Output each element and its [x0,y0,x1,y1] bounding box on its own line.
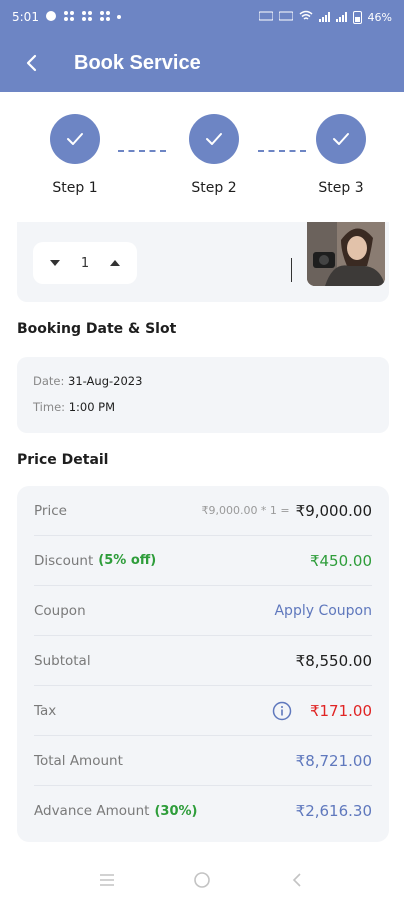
tax-values: ₹171.00 [272,701,372,721]
total-amount-label: Total Amount [34,752,123,769]
volte-icon [258,11,274,24]
step-3-circle [316,114,366,164]
total-amount-value: ₹8,721.00 [295,751,372,770]
step-2-label: Step 2 [191,180,237,196]
discount-label: Discount [34,552,94,569]
discount-row: Discount (5% off) ₹450.00 [34,536,372,586]
price-label: Price [34,502,67,519]
booking-section-title: Booking Date & Slot [17,321,177,337]
tax-row: Tax ₹171.00 [34,686,372,736]
advance-amount-label: Advance Amount [34,803,150,819]
caret-down-icon [50,260,60,266]
system-nav-bar [0,860,404,900]
back-arrow-icon [26,54,37,72]
home-button[interactable] [188,866,216,894]
price-section-title: Price Detail [17,452,109,468]
booking-details-card: Date: 31-Aug-2023 Time: 1:00 PM [17,357,389,433]
back-button[interactable] [12,43,52,83]
quantity-value: 1 [80,255,90,271]
battery-level: 46% [367,10,392,24]
service-thumbnail [307,222,385,286]
info-icon[interactable] [272,701,292,721]
booking-date-row: Date: 31-Aug-2023 [33,373,373,399]
discount-percent: (5% off) [98,553,157,568]
app-bar: Book Service [0,34,404,92]
price-row: Price ₹9,000.00 * 1 = ₹9,000.00 [34,486,372,536]
menu-lines-icon [100,874,115,886]
service-item-card: 1 [17,222,389,302]
booking-time-row: Time: 1:00 PM [33,399,373,425]
advance-percent: (30%) [154,803,198,819]
step-2-circle [189,114,239,164]
chevron-left-icon [292,873,301,887]
tax-value: ₹171.00 [309,701,372,720]
price-value: ₹9,000.00 [295,501,372,520]
status-right: 46% [258,10,392,24]
step-1-circle [50,114,100,164]
system-back-button[interactable] [283,866,311,894]
battery-icon [352,10,362,24]
coupon-label: Coupon [34,602,86,619]
price-calculation: ₹9,000.00 * 1 = [201,504,290,517]
app-notification-icon-3 [99,10,111,25]
thumbnail-divider [291,258,292,282]
subtotal-value: ₹8,550.00 [295,651,372,670]
price-detail-card: Price ₹9,000.00 * 1 = ₹9,000.00 Discount… [17,486,389,842]
app-root: 5:01 46% Book Service Step 1 Step 2 Step… [0,0,404,900]
home-circle-icon [194,872,210,888]
signal-icon-1 [318,12,330,22]
page-title: Book Service [74,51,201,74]
status-bar: 5:01 46% [0,0,404,34]
recent-apps-button[interactable] [93,866,121,894]
tax-label: Tax [34,702,57,719]
step-1: Step 1 [30,110,120,196]
advance-amount-value: ₹2,616.30 [295,802,372,820]
step-2: Step 2 [169,110,259,196]
total-amount-row: Total Amount ₹8,721.00 [34,736,372,786]
status-left: 5:01 [12,10,121,25]
app-notification-icon-2 [81,10,93,25]
advance-amount-row: Advance Amount (30%) ₹2,616.30 [34,786,372,836]
apply-coupon-button[interactable]: Apply Coupon [274,603,372,619]
time-label: Time: [33,400,66,414]
step-3-label: Step 3 [318,180,364,196]
increase-quantity-button[interactable] [107,255,123,271]
chat-notification-icon [45,10,57,25]
subtotal-row: Subtotal ₹8,550.00 [34,636,372,686]
app-notification-icon [63,10,75,25]
date-label: Date: [33,374,65,388]
checkmark-icon [67,133,83,145]
time-value: 1:00 PM [68,400,116,414]
step-1-label: Step 1 [52,180,98,196]
discount-value: ₹450.00 [309,551,372,570]
coupon-row: Coupon Apply Coupon [34,586,372,636]
checkmark-icon [333,133,349,145]
price-values: ₹9,000.00 * 1 = ₹9,000.00 [201,502,372,520]
subtotal-label: Subtotal [34,652,91,669]
signal-icon-2 [335,12,347,22]
date-value: 31-Aug-2023 [68,374,143,388]
wifi-icon [299,10,313,24]
caret-up-icon [110,260,120,266]
quantity-stepper: 1 [33,242,137,284]
data-speed-icon [278,11,294,24]
step-3: Step 3 [296,110,386,196]
checkmark-icon [206,133,222,145]
status-time: 5:01 [12,10,39,24]
decrease-quantity-button[interactable] [47,255,63,271]
more-notifications-dot [116,15,121,19]
step-connector-1 [118,150,166,152]
